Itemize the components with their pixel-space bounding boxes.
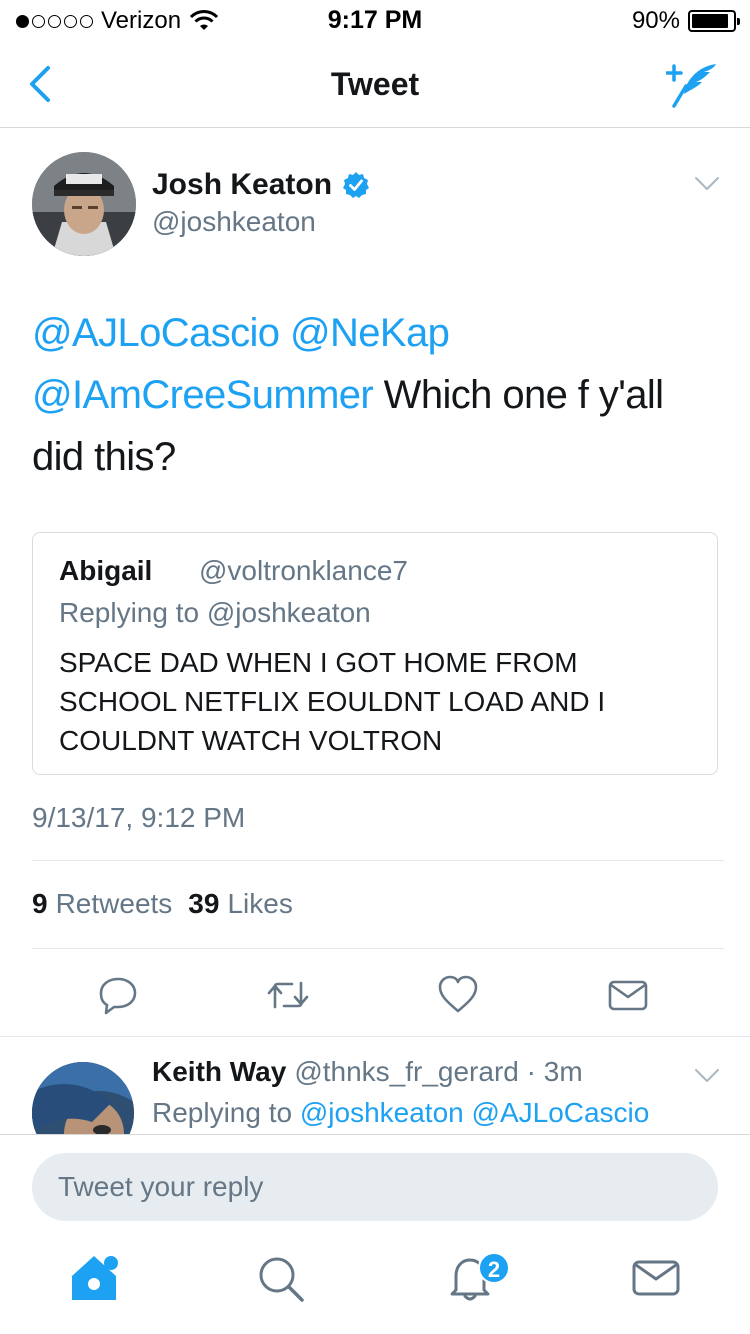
divider [0,1036,750,1037]
compose-tweet-icon[interactable] [666,60,720,110]
messages-icon[interactable] [626,1248,686,1308]
status-bar: Verizon 9:17 PM 90% [0,0,750,40]
tweet-stats: 9 Retweets 39 Likes [32,888,293,920]
mention-link[interactable]: @NeKap [290,311,450,355]
tweet-timestamp: 9/13/17, 9:12 PM [32,802,246,833]
quoted-tweet-text: SPACE DAD WHEN I GOT HOME FROM SCHOOL NE… [59,647,606,756]
mention-link[interactable]: @joshkeaton [300,1097,464,1128]
battery-percent: 90% [631,7,680,34]
tab-bar [0,1232,750,1332]
author-handle[interactable]: @joshkeaton [152,206,316,238]
author-name[interactable]: Josh Keaton [152,168,370,202]
mention-link[interactable]: @AJLoCascio [32,311,280,355]
retweet-icon[interactable] [266,973,310,1017]
reply-separator: · [526,1056,536,1087]
direct-message-icon[interactable] [606,973,650,1017]
like-label: Likes [227,888,293,919]
tweet-actions [0,965,750,1021]
reply-author-name[interactable]: Keith Way [152,1056,286,1087]
author-name-text[interactable]: Josh Keaton [152,168,332,202]
replying-label: Replying to [152,1097,293,1128]
divider [32,948,724,949]
mention-link[interactable]: @IAmCreeSummer [32,373,374,417]
retweet-label: Retweets [55,888,173,919]
verified-badge-icon [343,172,370,198]
reply-icon[interactable] [96,973,140,1017]
reply-header: Keith Way @thnks_fr_gerard · 3m [152,1056,583,1088]
like-heart-icon[interactable] [436,973,480,1017]
author-avatar[interactable] [32,152,136,256]
quoted-replying-to: Replying to @joshkeaton [59,597,371,628]
mention-link[interactable]: @AJLoCascio [472,1097,650,1128]
chevron-down-icon[interactable] [694,176,720,192]
tweet-text: @AJLoCascio @NeKap @IAmCreeSummer Which … [32,302,722,488]
retweet-count: 9 [32,888,48,919]
nav-bar: Tweet [0,40,750,128]
likes-stat[interactable]: 39 Likes [188,888,293,920]
page-title: Tweet [330,66,420,102]
reply-author-handle[interactable]: @thnks_fr_gerard [294,1056,519,1087]
search-icon[interactable] [250,1248,310,1308]
home-unread-dot [104,1256,118,1270]
divider [32,860,724,861]
reply-time: 3m [543,1056,583,1087]
notification-badge: 2 [478,1252,510,1284]
quoted-author-handle: @voltronklance7 [199,555,408,586]
reply-replying-to: Replying to @joshkeaton @AJLoCascio [152,1097,649,1129]
retweets-stat[interactable]: 9 Retweets [32,888,172,920]
quoted-tweet[interactable]: Abigail @voltronklance7 Replying to @jos… [32,532,718,775]
battery-icon [688,10,740,32]
reply-input[interactable] [32,1153,718,1221]
quoted-author-name: Abigail [59,555,153,586]
chevron-down-icon[interactable] [694,1068,720,1084]
like-count: 39 [188,888,220,919]
battery-status: 90% [631,7,740,35]
